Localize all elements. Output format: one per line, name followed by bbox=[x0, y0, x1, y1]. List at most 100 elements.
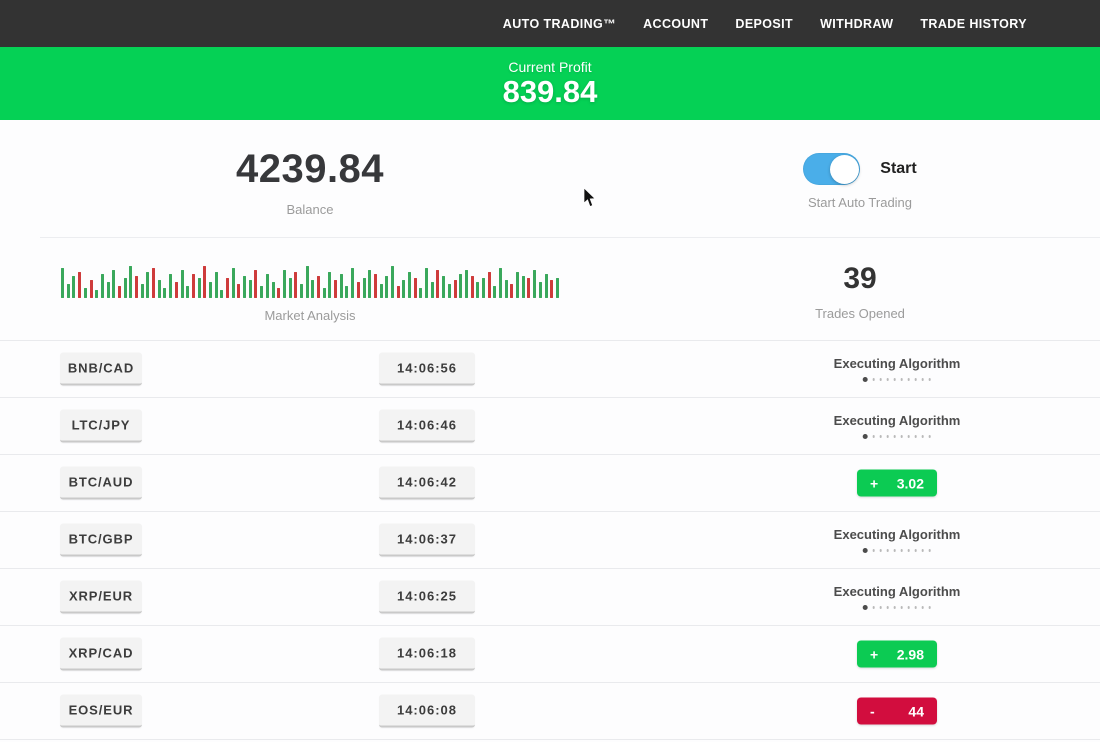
table-row: BTC/GBP 14:06:37 Executing Algorithm bbox=[0, 512, 1100, 569]
trade-status-cell: Executing Algorithm bbox=[834, 584, 961, 610]
red-candle-bar bbox=[436, 270, 439, 298]
green-candle-bar bbox=[209, 282, 212, 298]
green-candle-bar bbox=[215, 272, 218, 298]
green-candle-bar bbox=[448, 284, 451, 298]
green-candle-bar bbox=[323, 288, 326, 298]
green-candle-bar bbox=[124, 278, 127, 298]
time-badge: 14:06:18 bbox=[379, 638, 475, 671]
start-toggle[interactable] bbox=[803, 153, 860, 185]
nav-item-account[interactable]: ACCOUNT bbox=[643, 17, 708, 31]
green-candle-bar bbox=[129, 266, 132, 298]
green-candle-bar bbox=[391, 266, 394, 298]
nav-item-withdraw[interactable]: WITHDRAW bbox=[820, 17, 893, 31]
pair-badge: BTC/AUD bbox=[60, 467, 142, 500]
result-sign: - bbox=[870, 703, 875, 719]
red-candle-bar bbox=[277, 288, 280, 298]
green-candle-bar bbox=[442, 276, 445, 298]
green-candle-bar bbox=[107, 282, 110, 298]
nav-item-auto-trading[interactable]: AUTO TRADING™ bbox=[503, 17, 616, 31]
top-nav: AUTO TRADING™ ACCOUNT DEPOSIT WITHDRAW TRADE… bbox=[0, 0, 1100, 47]
green-candle-bar bbox=[476, 282, 479, 298]
green-candle-bar bbox=[243, 276, 246, 298]
green-candle-bar bbox=[533, 270, 536, 298]
trades-table: BNB/CAD 14:06:56 Executing Algorithm LTC… bbox=[0, 340, 1100, 740]
red-candle-bar bbox=[471, 276, 474, 298]
green-candle-bar bbox=[516, 272, 519, 298]
trades-opened-value: 39 bbox=[843, 262, 876, 296]
green-candle-bar bbox=[146, 272, 149, 298]
green-candle-bar bbox=[198, 278, 201, 298]
green-candle-bar bbox=[385, 276, 388, 298]
trades-opened-label: Trades Opened bbox=[815, 306, 905, 321]
trade-status-cell: - 44 bbox=[857, 698, 937, 725]
balance-section: 4239.84 Balance bbox=[0, 120, 620, 237]
green-candle-bar bbox=[505, 280, 508, 298]
result-value: 44 bbox=[908, 703, 924, 719]
green-candle-bar bbox=[232, 268, 235, 298]
green-candle-bar bbox=[61, 268, 64, 298]
balance-value: 4239.84 bbox=[236, 147, 384, 192]
table-row: XRP/CAD 14:06:18 +2.98 bbox=[0, 626, 1100, 683]
green-candle-bar bbox=[328, 272, 331, 298]
pair-badge: XRP/EUR bbox=[60, 581, 142, 614]
green-candle-bar bbox=[368, 270, 371, 298]
trade-status-cell: Executing Algorithm bbox=[834, 527, 961, 553]
start-toggle-label: Start bbox=[880, 160, 916, 178]
red-candle-bar bbox=[78, 272, 81, 298]
red-candle-bar bbox=[90, 280, 93, 298]
table-row: EOS/EUR 14:06:08 - 44 bbox=[0, 683, 1100, 740]
loss-badge: - 44 bbox=[857, 698, 937, 725]
nav-item-trade-history[interactable]: TRADE HISTORY bbox=[920, 17, 1027, 31]
green-candle-bar bbox=[465, 270, 468, 298]
result-sign: + bbox=[870, 646, 878, 662]
trades-opened-section: 39 Trades Opened bbox=[620, 238, 1100, 340]
time-badge: 14:06:42 bbox=[379, 467, 475, 500]
executing-algorithm-label: Executing Algorithm bbox=[834, 413, 961, 428]
green-candle-bar bbox=[300, 284, 303, 298]
current-profit-value: 839.84 bbox=[503, 75, 598, 109]
pair-badge: BNB/CAD bbox=[60, 353, 142, 386]
green-candle-bar bbox=[306, 266, 309, 298]
red-candle-bar bbox=[237, 284, 240, 298]
red-candle-bar bbox=[527, 278, 530, 298]
profit-badge: +3.02 bbox=[857, 470, 937, 497]
time-badge: 14:06:08 bbox=[379, 695, 475, 728]
result-value: 2.98 bbox=[897, 646, 924, 662]
table-row: LTC/JPY 14:06:46 Executing Algorithm bbox=[0, 398, 1100, 455]
green-candle-bar bbox=[289, 278, 292, 298]
trade-status-cell: +2.98 bbox=[857, 641, 937, 668]
red-candle-bar bbox=[454, 280, 457, 298]
table-row: XRP/EUR 14:06:25 Executing Algorithm bbox=[0, 569, 1100, 626]
green-candle-bar bbox=[340, 274, 343, 298]
green-candle-bar bbox=[260, 286, 263, 298]
red-candle-bar bbox=[254, 270, 257, 298]
progress-dots-icon bbox=[863, 605, 931, 610]
green-candle-bar bbox=[67, 284, 70, 298]
stats-row: 4239.84 Balance Start Start Auto Trading bbox=[0, 120, 1100, 237]
nav-item-deposit[interactable]: DEPOSIT bbox=[735, 17, 793, 31]
result-sign: + bbox=[870, 475, 878, 491]
market-analysis-section: Market Analysis bbox=[0, 238, 620, 340]
auto-trading-toggle-section: Start Start Auto Trading bbox=[620, 120, 1100, 237]
green-candle-bar bbox=[311, 280, 314, 298]
pair-badge: XRP/CAD bbox=[60, 638, 142, 671]
executing-algorithm-label: Executing Algorithm bbox=[834, 527, 961, 542]
green-candle-bar bbox=[431, 282, 434, 298]
pair-badge: EOS/EUR bbox=[60, 695, 142, 728]
green-candle-bar bbox=[499, 268, 502, 298]
red-candle-bar bbox=[135, 276, 138, 298]
red-candle-bar bbox=[397, 286, 400, 298]
progress-dots-icon bbox=[863, 434, 931, 439]
red-candle-bar bbox=[317, 276, 320, 298]
green-candle-bar bbox=[493, 286, 496, 298]
green-candle-bar bbox=[95, 290, 98, 298]
green-candle-bar bbox=[545, 274, 548, 298]
green-candle-bar bbox=[72, 276, 75, 298]
time-badge: 14:06:25 bbox=[379, 581, 475, 614]
green-candle-bar bbox=[101, 274, 104, 298]
green-candle-bar bbox=[186, 286, 189, 298]
market-analysis-label: Market Analysis bbox=[264, 308, 355, 323]
pair-badge: BTC/GBP bbox=[60, 524, 142, 557]
green-candle-bar bbox=[419, 288, 422, 298]
current-profit-label: Current Profit bbox=[508, 59, 591, 75]
